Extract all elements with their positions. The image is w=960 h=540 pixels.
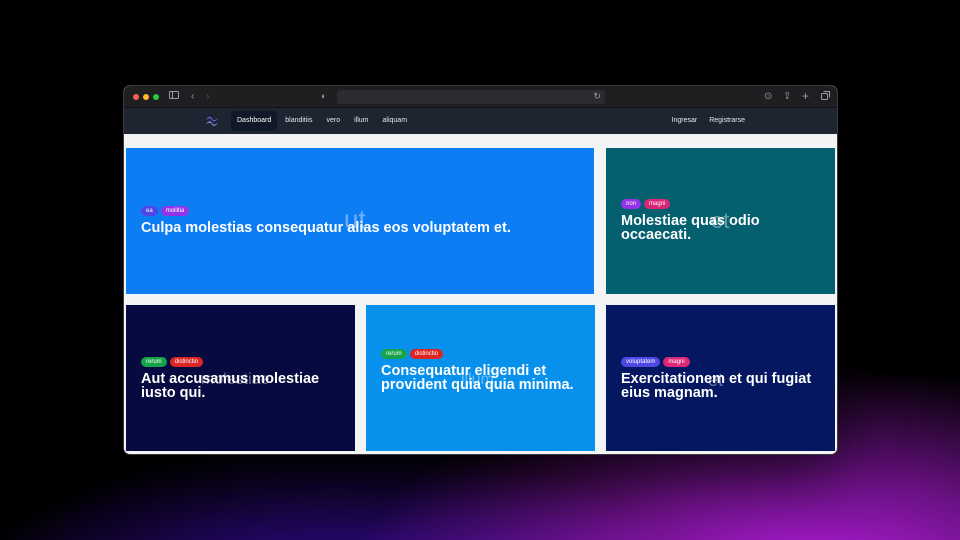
register-link[interactable]: Registrarse bbox=[704, 111, 750, 131]
new-tab-icon[interactable]: + bbox=[802, 90, 809, 102]
browser-titlebar: ‹ › ◐ ↻ ⊙ ⇪ + bbox=[124, 86, 837, 108]
article-card-5[interactable]: et voluptatem magni Exercitationem et qu… bbox=[606, 305, 835, 451]
tailwind-logo-icon[interactable] bbox=[204, 114, 220, 126]
back-icon[interactable]: ‹ bbox=[191, 91, 194, 103]
tag-badge[interactable]: non bbox=[621, 199, 642, 209]
article-card-4[interactable]: illum rerum distinctio Consequatur elige… bbox=[366, 305, 595, 451]
tabs-overview-icon[interactable] bbox=[821, 91, 830, 104]
nav-link-dashboard[interactable]: Dashboard bbox=[231, 111, 278, 131]
sidebar-icon[interactable] bbox=[169, 91, 179, 103]
article-card-2[interactable]: et non magni Molestiae quas odio occaeca… bbox=[606, 148, 835, 294]
nav-link-illum[interactable]: illum bbox=[348, 111, 374, 131]
address-bar[interactable]: ◐ ↻ bbox=[321, 90, 605, 104]
download-icon[interactable]: ⊙ bbox=[764, 91, 772, 103]
maximize-window-button[interactable] bbox=[153, 94, 159, 100]
reload-icon[interactable]: ↻ bbox=[593, 91, 601, 102]
tag-badge[interactable]: voluptatem bbox=[621, 357, 661, 367]
browser-window: ‹ › ◐ ↻ ⊙ ⇪ + Dashboard blanditiis vero … bbox=[123, 85, 838, 455]
tag-badge[interactable]: distinctio bbox=[409, 349, 444, 359]
top-navbar: Dashboard blanditiis vero illum aliquam … bbox=[124, 108, 837, 134]
tag-badge[interactable]: magni bbox=[663, 357, 690, 367]
dashboard-grid: ut ea mollitia Culpa molestias consequat… bbox=[124, 134, 837, 454]
card-title[interactable]: Culpa molestias consequatur alias eos vo… bbox=[141, 221, 581, 236]
tag-badge[interactable]: distinctio bbox=[169, 357, 204, 367]
nav-link-aliquam[interactable]: aliquam bbox=[377, 111, 414, 131]
forward-icon[interactable]: › bbox=[206, 91, 209, 103]
shield-icon: ◐ bbox=[321, 91, 327, 101]
article-card-3[interactable]: molestiae rerum distinctio Aut accusamus… bbox=[126, 305, 355, 451]
tag-badge[interactable]: mollitia bbox=[160, 206, 190, 216]
login-link[interactable]: Ingresar bbox=[667, 111, 703, 131]
article-card-1[interactable]: ut ea mollitia Culpa molestias consequat… bbox=[126, 148, 594, 294]
nav-link-vero[interactable]: vero bbox=[321, 111, 347, 131]
share-icon[interactable]: ⇪ bbox=[783, 91, 791, 103]
card-title[interactable]: Molestiae quas odio occaecati. bbox=[621, 214, 821, 243]
tag-badge[interactable]: rerum bbox=[381, 349, 407, 359]
close-window-button[interactable] bbox=[133, 94, 139, 100]
nav-link-blanditiis[interactable]: blanditiis bbox=[279, 111, 318, 131]
card-title[interactable]: Consequatur eligendi et provident quia q… bbox=[381, 364, 581, 393]
card-title[interactable]: Exercitationem et qui fugiat eius magnam… bbox=[621, 372, 821, 401]
tag-badge[interactable]: ea bbox=[141, 206, 158, 216]
tag-badge[interactable]: magni bbox=[644, 199, 671, 209]
tag-badge[interactable]: rerum bbox=[141, 357, 167, 367]
minimize-window-button[interactable] bbox=[143, 94, 149, 100]
card-title[interactable]: Aut accusamus molestiae iusto qui. bbox=[141, 372, 346, 401]
